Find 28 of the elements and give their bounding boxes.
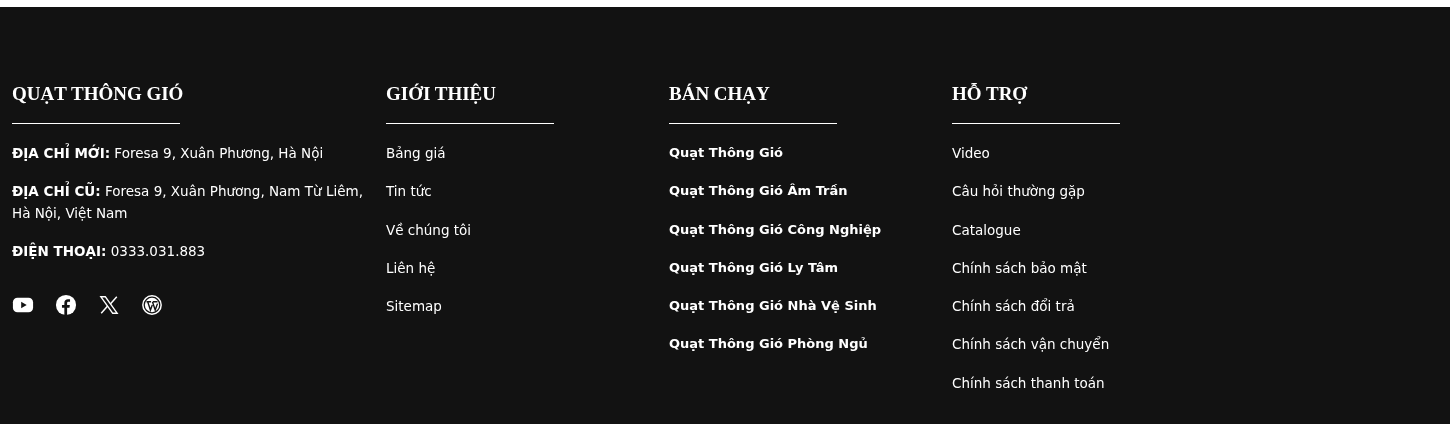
footer-link[interactable]: Sitemap [386, 295, 442, 318]
footer-link[interactable]: Chính sách bảo mật [952, 256, 1087, 279]
footer-link[interactable]: Video [952, 142, 990, 164]
column-heading: BÁN CHẠY [669, 82, 770, 106]
contact-text: ĐỊA CHỈ CŨ: Foresa 9, Xuân Phương, Nam Từ Liêm, Hà Nội, Việt Nam [12, 180, 364, 223]
footer-link[interactable]: Quạt Thông Gió Nhà Vệ Sinh [669, 295, 877, 318]
footer-link[interactable]: Liên hệ [386, 256, 436, 279]
x-icon[interactable] [98, 294, 120, 316]
footer-link[interactable]: Bảng giá [386, 142, 446, 164]
column-heading: GIỚI THIỆU [386, 82, 496, 106]
footer-link[interactable]: Về chúng tôi [386, 218, 472, 241]
column-heading: QUẠT THÔNG GIÓ [12, 82, 184, 106]
footer-link[interactable]: Quạt Thông Gió Âm Trần [669, 180, 848, 203]
footer-link[interactable]: Câu hỏi thường gặp [952, 180, 1085, 203]
wordpress-icon[interactable] [141, 294, 163, 316]
footer-link[interactable]: Chính sách vận chuyển [952, 333, 1110, 356]
footer-link[interactable]: Quạt Thông Gió Ly Tâm [669, 256, 839, 279]
contact-text: ĐIỆN THOẠI: 0333.031.883 [12, 241, 207, 261]
facebook-icon[interactable] [55, 294, 77, 316]
footer-link[interactable]: Tin tức [386, 180, 432, 203]
footer-link[interactable]: Quạt Thông Gió Công Nghiệp [669, 218, 882, 241]
footer-link[interactable]: Chính sách đổi trả [952, 295, 1075, 318]
footer-link[interactable]: Quạt Thông Gió [669, 142, 784, 164]
contact-text: ĐỊA CHỈ MỚI: Foresa 9, Xuân Phương, Hà Nội [12, 142, 325, 163]
footer-link[interactable]: Chính sách thanh toán [952, 371, 1105, 394]
footer-link[interactable]: Catalogue [952, 218, 1021, 241]
footer-link[interactable]: Quạt Thông Gió Phòng Ngủ [669, 333, 868, 356]
column-heading: HỖ TRỢ [952, 82, 1028, 106]
